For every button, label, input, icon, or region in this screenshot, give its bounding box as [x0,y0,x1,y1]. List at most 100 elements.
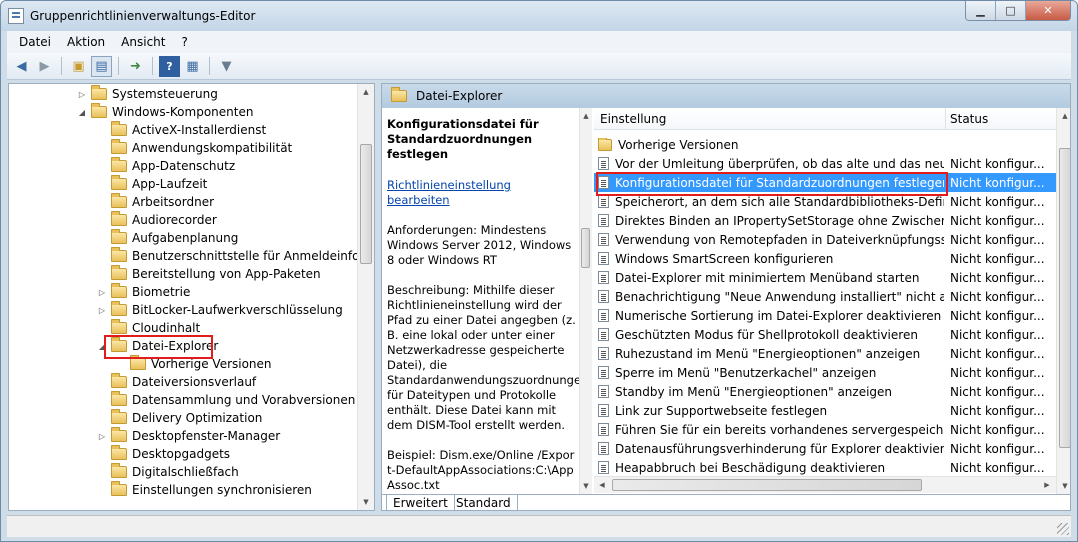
scroll-right-icon[interactable]: ▶ [1039,477,1055,493]
scroll-down-icon[interactable]: ▼ [1057,478,1070,494]
setting-name-cell: Numerische Sortierung im Datei-Explorer … [598,309,944,323]
list-item[interactable]: Heapabbruch bei Beschädigung deaktiviere… [594,458,1056,477]
setting-name: Vorherige Versionen [618,137,739,152]
list-item[interactable]: Sperre im Menü "Benutzerkachel" anzeigen… [594,363,1056,382]
title-bar[interactable]: Gruppenrichtlinienverwaltungs-Editor ▁ □… [1,1,1077,31]
list-item[interactable]: Datei-Explorer mit minimiertem Menüband … [594,268,1056,287]
scroll-thumb[interactable] [581,228,590,268]
tree-expander-icon[interactable]: ▷ [97,432,107,441]
list-item[interactable]: Vorherige Versionen [594,135,1056,154]
tree-item[interactable]: Benutzerschnittstelle für Anmeldeinforma… [97,247,374,265]
column-header-name[interactable]: Einstellung [594,112,944,126]
list-item[interactable]: Geschützten Modus für Shellprotokoll dea… [594,325,1056,344]
list-item[interactable]: Direktes Binden an IPropertySetStorage o… [594,211,1056,230]
tree-item-label: Cloudinhalt [132,321,201,335]
tree-item[interactable]: ▷ BitLocker-Laufwerkverschlüsselung [97,301,343,319]
scroll-down-icon[interactable]: ▼ [580,478,592,494]
list-item[interactable]: Windows SmartScreen konfigurieren Nicht k… [594,249,1056,268]
tree-pane[interactable]: ▷ Systemsteuerung ◢ Windows-Komponenten Acti… [8,83,375,511]
tree-item-label: Datensammlung und Vorabversionen [132,393,356,407]
tree-item[interactable]: ActiveX-Installerdienst [97,121,266,139]
tree-item[interactable]: Dateiversionsverlauf [97,373,256,391]
filter-icon[interactable]: ▼ [216,56,237,77]
edit-policy-link[interactable]: Richtlinieneinstellung bearbeiten [387,178,577,208]
column-header-status[interactable]: Status [945,107,1070,130]
list-horizontal-scrollbar[interactable]: ◀ ▶ [594,476,1056,493]
window-title: Gruppenrichtlinienverwaltungs-Editor [30,9,256,23]
tree-expander-icon[interactable]: ▷ [97,306,107,315]
list-item[interactable]: Ruhezustand im Menü "Energieoptionen" an… [594,344,1056,363]
menu-datei[interactable]: Datei [11,35,59,49]
list-item[interactable]: Verwendung von Remotepfaden in Dateiverk… [594,230,1056,249]
example-text: Beispiel: Dism.exe/Online /Export-Defaul… [387,448,575,492]
scroll-up-icon[interactable]: ▲ [1057,108,1070,124]
tab-standard[interactable]: Standard [450,495,518,510]
properties-view-icon[interactable]: ▦ [182,56,203,77]
back-icon[interactable]: ◀ [11,56,32,77]
list-item[interactable]: Benachrichtigung "Neue Anwendung install… [594,287,1056,306]
setting-status: Nicht konfigur... [950,346,1045,361]
list-item[interactable]: Datenausführungsverhinderung für Explore… [594,439,1056,458]
scroll-up-icon[interactable]: ▲ [580,108,592,124]
setting-name-cell: Vor der Umleitung überprüfen, ob das alt… [598,157,944,171]
tree-item[interactable]: ▷ Biometrie [97,283,190,301]
tree-item[interactable]: Bereitstellung von App-Paketen [97,265,321,283]
tree-item[interactable]: App-Datenschutz [97,157,235,175]
tree-item[interactable]: Arbeitsordner [97,193,214,211]
menu-aktion[interactable]: Aktion [59,35,113,49]
app-window: Gruppenrichtlinienverwaltungs-Editor ▁ □… [0,0,1078,542]
tree-item[interactable]: Delivery Optimization [97,409,262,427]
tree-expander-icon[interactable]: ◢ [77,108,87,117]
help-icon[interactable]: ? [159,55,180,77]
setting-status: Nicht konfigur... [950,308,1045,323]
scroll-thumb[interactable] [1059,148,1070,448]
tree-item[interactable]: App-Laufzeit [97,175,207,193]
tree-item[interactable]: Einstellungen synchronisieren [97,481,312,499]
menu-ansicht[interactable]: Ansicht [113,35,173,49]
tree-item[interactable]: Datensammlung und Vorabversionen [97,391,355,409]
scroll-down-icon[interactable]: ▼ [358,494,374,510]
list-item[interactable]: Vor der Umleitung überprüfen, ob das alt… [594,154,1056,173]
tree-item[interactable]: Digitalschließfach [97,463,239,481]
list-item[interactable]: Führen Sie für ein bereits vorhandenes s… [594,420,1056,439]
scroll-left-icon[interactable]: ◀ [594,477,610,493]
list-item[interactable]: Standby im Menü "Energieoptionen" anzeig… [594,382,1056,401]
details-pane: Datei-Explorer Konfigurationsdatei für S… [381,83,1071,511]
folder-icon [111,247,127,262]
list-item[interactable]: Numerische Sortierung im Datei-Explorer … [594,306,1056,325]
list-item[interactable]: Link zur Supportwebseite festlegen Nicht … [594,401,1056,420]
setting-status: Nicht konfigur... [950,270,1045,285]
tab-erweitert[interactable]: Erweitert [386,495,455,510]
tree-item[interactable]: ▷ Systemsteuerung [77,85,218,103]
folder-icon [111,391,127,406]
tree-item[interactable]: ▷ Desktopfenster-Manager [97,427,280,445]
scroll-thumb[interactable] [360,144,372,264]
tree-item[interactable]: Desktopgadgets [97,445,230,463]
folder-icon [111,373,127,388]
maximize-button[interactable]: □ [996,1,1026,20]
show-hide-tree-icon[interactable]: ▤ [91,55,112,77]
close-button[interactable]: ✕ [1026,1,1070,20]
policy-document-icon [598,252,609,265]
tree-expander-icon[interactable]: ▷ [77,90,87,99]
tree-item[interactable]: Audiorecorder [97,211,217,229]
toolbar-separator [209,57,210,75]
setting-name-cell: Datenausführungsverhinderung für Explore… [598,442,944,456]
tree-item[interactable]: Anwendungskompatibilität [97,139,292,157]
export-list-icon[interactable]: ➜ [125,56,146,77]
tree-expander-icon[interactable]: ▷ [97,288,107,297]
minimize-button[interactable]: ▁ [966,1,996,20]
list-scrollbar[interactable]: ▲ ▼ [1056,108,1070,494]
up-folder-icon[interactable]: ▣ [68,56,89,77]
scroll-thumb[interactable] [612,479,922,491]
tree-item[interactable]: ◢ Windows-Komponenten [77,103,253,121]
tree-item[interactable]: Aufgabenplanung [97,229,238,247]
scroll-up-icon[interactable]: ▲ [358,84,374,100]
description-scrollbar[interactable]: ▲ ▼ [579,108,592,494]
setting-name-cell: Verwendung von Remotepfaden in Dateiverk… [598,233,944,247]
resize-grip[interactable] [1057,523,1069,535]
policy-document-icon [598,404,609,417]
forward-icon[interactable]: ▶ [34,56,55,77]
tree-scrollbar[interactable]: ▲ ▼ [357,84,374,510]
menu-help[interactable]: ? [173,35,195,49]
